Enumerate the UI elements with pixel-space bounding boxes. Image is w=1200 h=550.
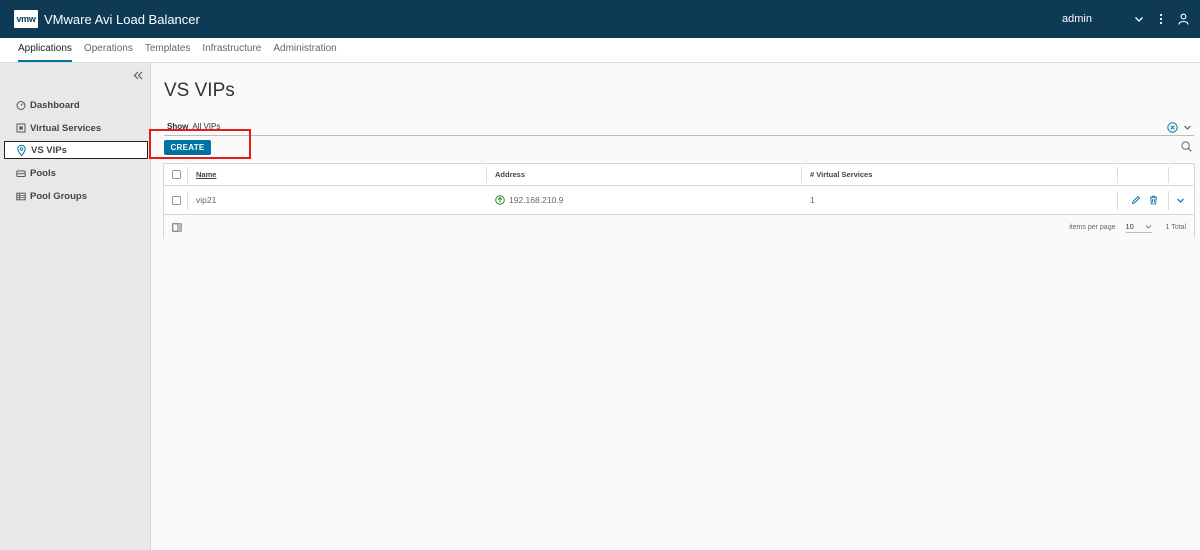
app-title: VMware Avi Load Balancer — [44, 11, 200, 27]
column-toggle-icon[interactable] — [172, 215, 182, 239]
create-button[interactable]: CREATE — [164, 140, 211, 155]
search-icon[interactable] — [1181, 139, 1192, 157]
delete-icon[interactable] — [1149, 195, 1158, 205]
table-row[interactable]: vip21 192.168.210.9 1 — [164, 186, 1194, 215]
tab-templates[interactable]: Templates — [145, 37, 191, 62]
sidebar-item-label: Pools — [30, 167, 56, 179]
main-nav-tabs: Applications Operations Templates Infras… — [0, 38, 1200, 63]
row-checkbox[interactable] — [172, 186, 181, 214]
row-actions — [1131, 186, 1166, 214]
chevron-down-icon — [1145, 224, 1151, 229]
sidebar-item-pools[interactable]: Pools — [4, 164, 148, 182]
vs-vips-table: Name Address # Virtual Services vip21 19… — [163, 163, 1195, 239]
tab-infrastructure[interactable]: Infrastructure — [202, 37, 261, 62]
dashboard-icon — [15, 100, 26, 111]
sidebar-item-label: Pool Groups — [30, 190, 87, 202]
tab-administration[interactable]: Administration — [273, 37, 336, 62]
header-actions: admin — [1062, 0, 1200, 38]
filter-underline — [164, 135, 1194, 136]
sidebar-item-label: Virtual Services — [30, 122, 102, 134]
collapse-sidebar-icon[interactable] — [132, 69, 144, 81]
more-vertical-icon[interactable] — [1154, 12, 1168, 26]
pagination: items per page 10 1 Total — [1069, 215, 1194, 239]
row-virtual-services-count: 1 — [810, 195, 815, 205]
row-address-value: 192.168.210.9 — [509, 195, 564, 205]
chevron-down-icon[interactable] — [1183, 123, 1192, 132]
page-title: VS VIPs — [164, 80, 235, 101]
sidebar-item-virtual-services[interactable]: Virtual Services — [4, 119, 148, 137]
vmware-logo: vmw — [14, 10, 38, 28]
tab-operations[interactable]: Operations — [84, 37, 133, 62]
virtual-services-icon — [15, 123, 26, 134]
sidebar-item-label: VS VIPs — [31, 144, 67, 156]
table-header: Name Address # Virtual Services — [164, 164, 1194, 186]
items-per-page-select[interactable]: 10 — [1125, 221, 1152, 233]
select-all-checkbox[interactable] — [172, 164, 181, 185]
table-footer: items per page 10 1 Total — [164, 215, 1194, 239]
status-up-icon — [495, 195, 505, 205]
tab-applications[interactable]: Applications — [18, 37, 72, 62]
user-icon[interactable] — [1176, 12, 1190, 26]
chevron-down-icon[interactable] — [1132, 12, 1146, 26]
show-value: All VIPs — [192, 122, 221, 131]
items-per-page-label: items per page — [1069, 223, 1116, 231]
pool-groups-icon — [15, 191, 26, 202]
filter-controls — [1162, 122, 1192, 133]
row-address: 192.168.210.9 — [495, 186, 563, 214]
column-header-virtual-services[interactable]: # Virtual Services — [810, 164, 872, 185]
pool-icon — [15, 168, 26, 179]
sidebar-item-pool-groups[interactable]: Pool Groups — [4, 187, 148, 205]
sidebar-item-vs-vips[interactable]: VS VIPs — [4, 141, 148, 159]
clear-filter-icon[interactable] — [1167, 122, 1178, 133]
edit-icon[interactable] — [1131, 195, 1141, 205]
expand-row-icon[interactable] — [1176, 186, 1185, 214]
top-header: vmw VMware Avi Load Balancer admin — [0, 0, 1200, 38]
column-header-address[interactable]: Address — [495, 164, 525, 185]
items-per-page-value: 10 — [1125, 221, 1134, 231]
location-pin-icon — [16, 144, 27, 156]
user-name[interactable]: admin — [1062, 13, 1092, 25]
row-name[interactable]: vip21 — [196, 186, 216, 214]
sidebar: Dashboard Virtual Services VS VIPs Pools… — [0, 63, 151, 550]
sidebar-item-label: Dashboard — [30, 99, 80, 111]
show-label: Show — [167, 122, 189, 131]
total-count: 1 Total — [1165, 223, 1187, 231]
show-filter[interactable]: Show All VIPs — [167, 122, 220, 131]
column-header-name[interactable]: Name — [196, 164, 216, 185]
sidebar-item-dashboard[interactable]: Dashboard — [4, 96, 148, 114]
